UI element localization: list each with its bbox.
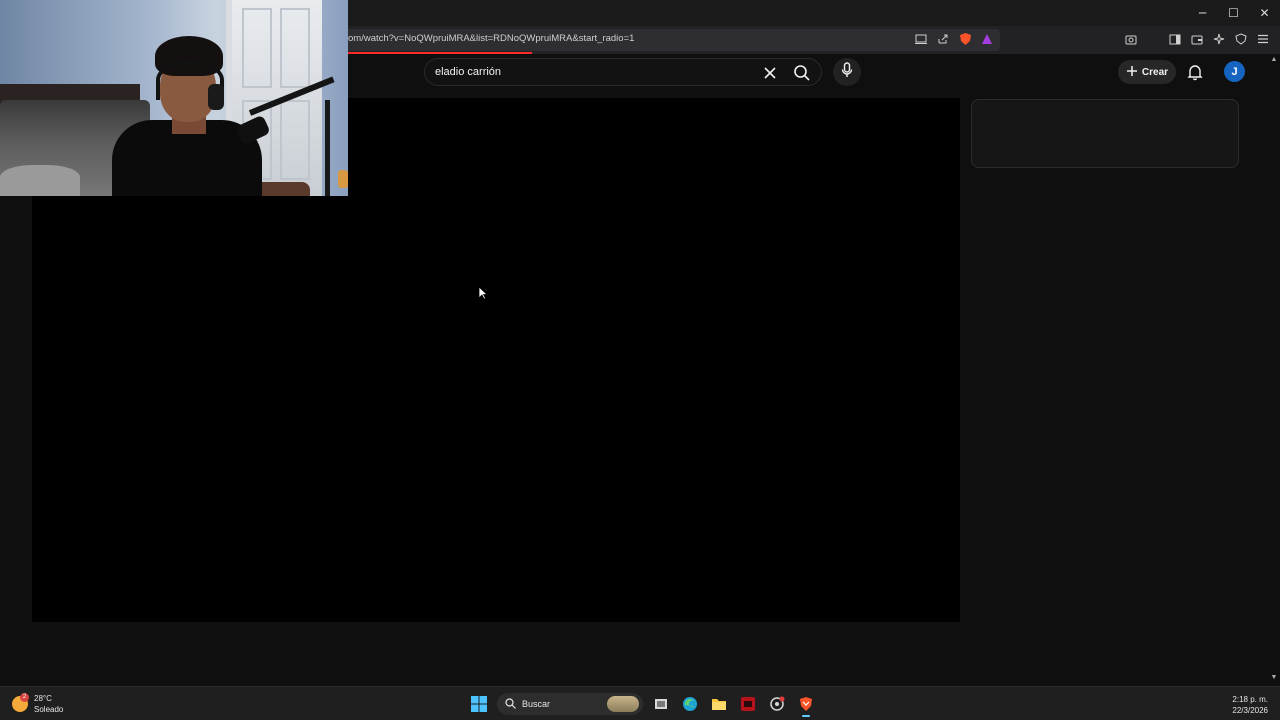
system-clock[interactable]: 2:18 p. m. 22/3/2026 bbox=[1232, 694, 1268, 716]
media-app-icon[interactable] bbox=[737, 693, 759, 715]
taskbar-search[interactable]: Buscar bbox=[497, 693, 643, 715]
vpn-shield-icon[interactable] bbox=[1234, 32, 1248, 46]
brave-rewards-icon[interactable] bbox=[980, 32, 994, 46]
settings-app-icon[interactable] bbox=[766, 693, 788, 715]
weather-widget[interactable]: 2 28°C Soleado bbox=[12, 693, 63, 715]
sidebar-placeholder-card bbox=[971, 99, 1239, 168]
search-highlight-image bbox=[607, 696, 639, 712]
search-icon[interactable] bbox=[793, 64, 811, 82]
voice-search-button[interactable] bbox=[833, 58, 861, 86]
menu-icon[interactable] bbox=[1256, 32, 1270, 46]
sun-icon: 2 bbox=[12, 693, 29, 712]
brave-shields-icon[interactable] bbox=[958, 32, 972, 46]
microphone-icon bbox=[841, 61, 853, 83]
start-button[interactable] bbox=[468, 693, 490, 715]
weather-condition: Soleado bbox=[34, 705, 64, 714]
weather-badge: 2 bbox=[20, 693, 29, 702]
scroll-down-icon[interactable]: ▼ bbox=[1270, 674, 1278, 682]
cast-icon[interactable] bbox=[914, 32, 928, 46]
sidebar-icon[interactable] bbox=[1168, 32, 1182, 46]
close-button[interactable]: ✕ bbox=[1249, 0, 1280, 26]
maximize-button[interactable]: ☐ bbox=[1218, 0, 1249, 26]
edge-browser-icon[interactable] bbox=[679, 693, 701, 715]
create-label: Crear bbox=[1141, 66, 1169, 78]
notifications-bell-icon[interactable] bbox=[1186, 63, 1204, 81]
clear-search-icon[interactable] bbox=[762, 65, 778, 81]
file-explorer-icon[interactable] bbox=[708, 693, 730, 715]
account-avatar[interactable]: J bbox=[1224, 61, 1245, 82]
address-bar[interactable]: om/watch?v=NoQWpruiMRA&list=RDNoQWpruiMR… bbox=[340, 29, 1000, 51]
windows-taskbar: 2 28°C Soleado Buscar 2:18 p. m. 22/3/20… bbox=[0, 686, 1280, 720]
clock-time: 2:18 p. m. bbox=[1232, 695, 1268, 704]
minimize-button[interactable]: ─ bbox=[1187, 0, 1218, 26]
weather-temp: 28°C bbox=[34, 694, 52, 703]
create-button[interactable]: Crear bbox=[1118, 60, 1176, 84]
window-controls: ─ ☐ ✕ bbox=[1187, 0, 1280, 26]
url-text[interactable]: om/watch?v=NoQWpruiMRA&list=RDNoQWpruiMR… bbox=[348, 33, 634, 44]
search-icon bbox=[505, 697, 516, 711]
plus-icon bbox=[1126, 65, 1138, 80]
leo-ai-icon[interactable] bbox=[1212, 32, 1226, 46]
browser-extensions bbox=[1124, 32, 1270, 46]
screenshot-icon[interactable] bbox=[1124, 32, 1138, 46]
mouse-cursor-icon bbox=[478, 286, 489, 300]
clock-date: 22/3/2026 bbox=[1232, 706, 1268, 715]
webcam-overlay bbox=[0, 0, 348, 196]
search-query[interactable]: eladio carrión bbox=[435, 66, 501, 78]
task-view-icon[interactable] bbox=[650, 693, 672, 715]
taskbar-search-label: Buscar bbox=[522, 699, 551, 709]
page-scrollbar[interactable]: ▲ ▼ bbox=[1268, 54, 1280, 686]
search-input[interactable]: eladio carrión bbox=[424, 58, 822, 86]
brave-browser-icon[interactable] bbox=[795, 693, 817, 717]
share-icon[interactable] bbox=[936, 32, 950, 46]
scroll-up-icon[interactable]: ▲ bbox=[1270, 56, 1278, 64]
wallet-icon[interactable] bbox=[1190, 32, 1204, 46]
